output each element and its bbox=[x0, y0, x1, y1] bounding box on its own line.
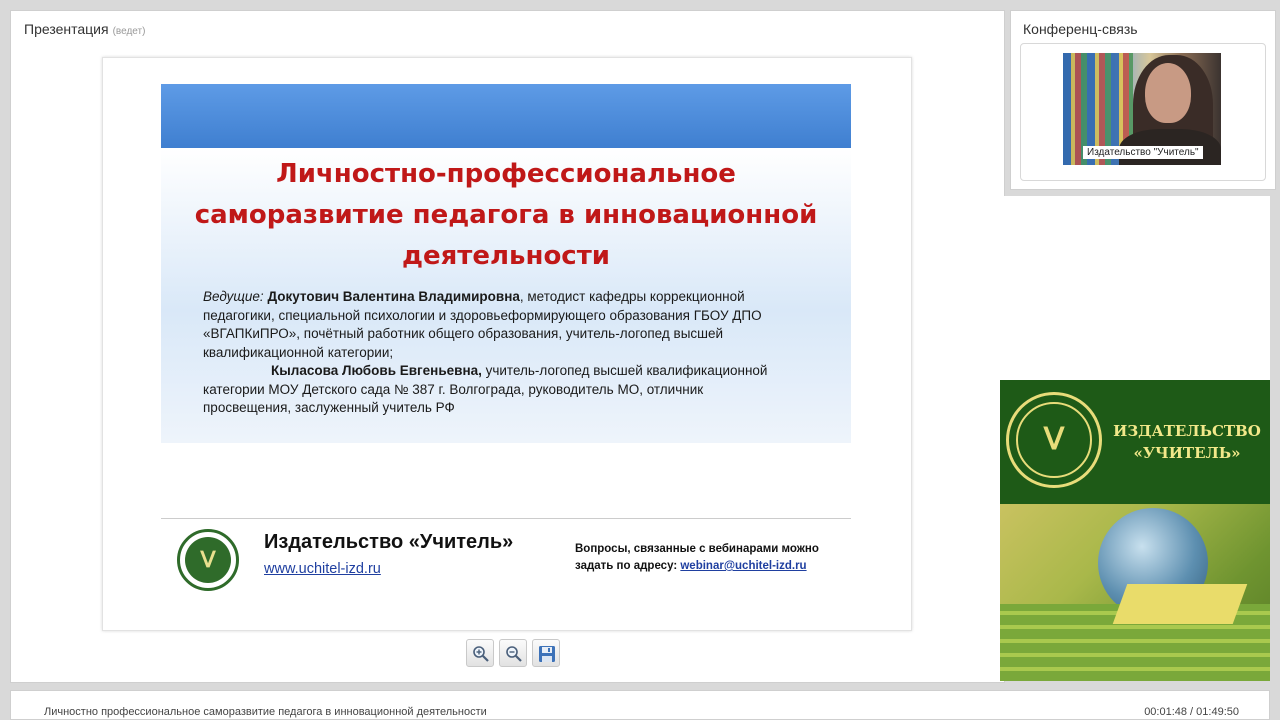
bottom-status-bar: Личностно профессиональное саморазвитие … bbox=[10, 690, 1270, 720]
banner-line2: «УЧИТЕЛЬ» bbox=[1133, 444, 1241, 462]
slide-title: Личностно-профессиональное саморазвитие … bbox=[194, 159, 818, 271]
presenters-label: Ведущие: bbox=[203, 289, 264, 304]
banner-image bbox=[1000, 504, 1270, 681]
presentation-panel: Презентация (ведет) Личностно-профессиона… bbox=[10, 10, 1005, 683]
slide-header-band bbox=[161, 84, 851, 148]
banner-header: ⴸ ИЗДАТЕЛЬСТВО «УЧИТЕЛЬ» bbox=[1000, 380, 1270, 504]
presenter-2-name: Кыласова Любовь Евгеньевна, bbox=[271, 363, 482, 378]
footer-email-link[interactable]: webinar@uchitel-izd.ru bbox=[680, 560, 806, 572]
side-blank-area bbox=[1000, 196, 1270, 380]
presenter-1-name: Докутович Валентина Владимировна bbox=[267, 289, 520, 304]
footer-question-line2: задать по адресу: bbox=[575, 560, 678, 572]
video-stream[interactable]: Издательство "Учитель" bbox=[1063, 53, 1221, 165]
playback-time: 00:01:48 / 01:49:50 bbox=[1144, 706, 1239, 718]
footer-question: Вопросы, связанные с вебинарами можно за… bbox=[575, 541, 819, 575]
presentation-title: Презентация bbox=[24, 21, 109, 37]
publisher-banner: ⴸ ИЗДАТЕЛЬСТВО «УЧИТЕЛЬ» bbox=[1000, 380, 1270, 681]
zoom-in-button[interactable] bbox=[466, 639, 494, 667]
presenter-1: Ведущие: Докутович Валентина Владимировн… bbox=[203, 288, 793, 362]
video-caption: Издательство "Учитель" bbox=[1083, 146, 1203, 159]
zoom-in-icon bbox=[473, 646, 489, 662]
publisher-logo-icon: ⴸ bbox=[177, 529, 239, 591]
zoom-out-button[interactable] bbox=[499, 639, 527, 667]
footer-question-line1: Вопросы, связанные с вебинарами можно bbox=[575, 543, 819, 555]
zoom-out-icon bbox=[506, 646, 522, 662]
slide-footer: ⴸ Издательство «Учитель» www.uchitel-izd… bbox=[161, 518, 851, 619]
presentation-status: (ведет) bbox=[112, 26, 146, 37]
footer-site-link[interactable]: www.uchitel-izd.ru bbox=[264, 561, 381, 577]
footer-question-line2-wrap: задать по адресу: webinar@uchitel-izd.ru bbox=[575, 558, 819, 575]
conference-title: Конференц-связь bbox=[1023, 21, 1138, 37]
save-button[interactable] bbox=[532, 639, 560, 667]
banner-line1: ИЗДАТЕЛЬСТВО bbox=[1113, 422, 1261, 440]
banner-logo-icon: ⴸ bbox=[1006, 392, 1102, 488]
footer-publisher-name: Издательство «Учитель» bbox=[264, 531, 514, 553]
webinar-title: Личностно профессиональное саморазвитие … bbox=[44, 706, 487, 718]
slide-presenters: Ведущие: Докутович Валентина Владимировн… bbox=[203, 288, 793, 418]
presenter-2: Кыласова Любовь Евгеньевна, учитель-лого… bbox=[203, 362, 793, 418]
conference-panel: Конференц-связь Издательство "Учитель" bbox=[1010, 10, 1276, 190]
presentation-panel-title: Презентация (ведет) bbox=[24, 21, 145, 37]
presentation-slide: Личностно-профессиональное саморазвитие … bbox=[102, 57, 912, 631]
slide-body: Личностно-профессиональное саморазвитие … bbox=[161, 148, 851, 443]
save-icon bbox=[539, 646, 555, 662]
video-container: Издательство "Учитель" bbox=[1020, 43, 1266, 181]
